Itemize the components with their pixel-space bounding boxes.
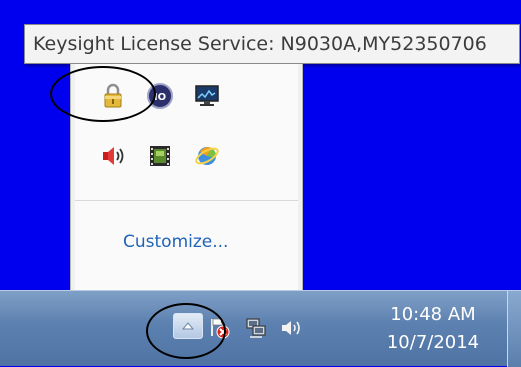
colorful-app-icon[interactable] <box>191 140 223 172</box>
disconnected-flag-icon[interactable] <box>209 316 231 339</box>
network-monitor-icon[interactable] <box>191 80 223 112</box>
triangle-up-icon <box>181 322 195 330</box>
tray-overflow-popup: IO Customize... <box>70 64 303 290</box>
tray-overflow-panel: IO Customize... <box>75 64 298 290</box>
license-service-tooltip: Keysight License Service: N9030A,MY52350… <box>24 24 520 64</box>
show-desktop-button[interactable] <box>507 291 521 367</box>
network-icon[interactable] <box>244 316 266 338</box>
customize-link[interactable]: Customize... <box>123 232 228 252</box>
io-icon[interactable]: IO <box>144 80 176 112</box>
svg-text:IO: IO <box>154 92 166 103</box>
show-hidden-icons-button[interactable] <box>173 313 203 339</box>
film-icon[interactable] <box>144 140 176 172</box>
speaker-icon[interactable] <box>97 140 129 172</box>
lock-icon[interactable] <box>97 80 129 112</box>
clock-date: 10/7/2014 <box>386 332 480 353</box>
clock-time: 10:48 AM <box>390 304 476 325</box>
taskbar: 10:48 AM 10/7/2014 <box>0 290 521 367</box>
tooltip-text: Keysight License Service: N9030A,MY52350… <box>33 33 487 55</box>
system-clock[interactable]: 10:48 AM 10/7/2014 <box>374 301 492 357</box>
popup-separator <box>75 200 298 201</box>
volume-icon[interactable] <box>279 317 301 339</box>
